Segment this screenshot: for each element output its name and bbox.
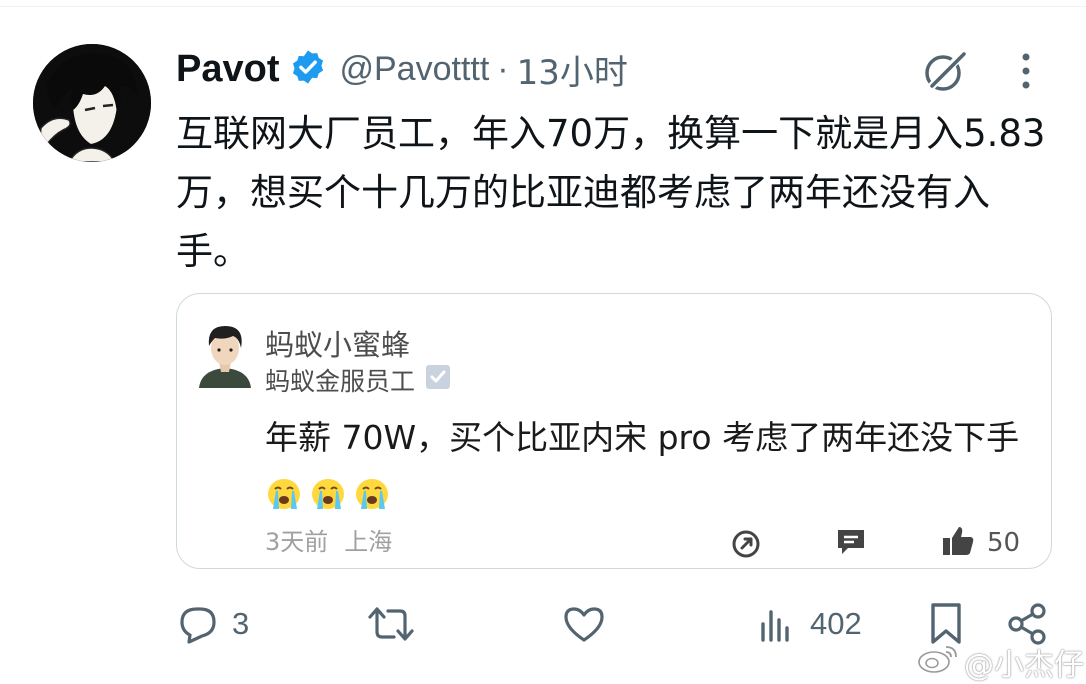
views-icon <box>758 604 798 644</box>
quote-author-name[interactable]: 蚂蚁小蜜蜂 <box>265 322 410 364</box>
weibo-logo-icon <box>916 641 964 683</box>
quote-verified-icon <box>415 364 451 396</box>
crying-emoji-icon <box>309 474 353 513</box>
grok-icon[interactable] <box>920 46 970 96</box>
post-time[interactable]: 13小时 <box>517 45 628 94</box>
reply-icon <box>176 604 220 644</box>
views-button[interactable]: 402 <box>758 604 862 644</box>
reply-count: 3 <box>232 606 250 641</box>
retweet-button[interactable] <box>366 604 428 644</box>
quote-location: 上海 <box>344 528 393 556</box>
quote-text-body: 年薪 70W，买个比亚内宋 pro 考虑了两年还没下手 <box>265 418 1020 457</box>
more-vertical-icon[interactable] <box>1014 50 1038 92</box>
quoted-post[interactable]: 蚂蚁小蜜蜂 蚂蚁金服员工 年薪 70W，买个比亚内宋 pro 考虑了两年还没下手… <box>176 293 1052 569</box>
quote-footer: 3天前 上海 <box>265 522 392 557</box>
verified-badge-icon <box>279 48 339 90</box>
quote-share-icon[interactable] <box>731 529 761 559</box>
quote-text: 年薪 70W，买个比亚内宋 pro 考虑了两年还没下手 <box>265 410 1025 522</box>
tweet-text: 互联网大厂员工，年入70万，换算一下就是月入5.83万，想买个十几万的比亚迪都考… <box>176 112 1046 273</box>
quote-time-ago: 3天前 <box>265 528 329 556</box>
views-count: 402 <box>810 606 862 641</box>
reply-button[interactable]: 3 <box>176 604 249 644</box>
quote-author-meta: 蚂蚁金服员工 <box>265 362 451 398</box>
crying-emoji-icon <box>265 474 309 513</box>
author-avatar[interactable] <box>33 44 151 162</box>
watermark-text: @小杰仔 <box>964 648 1084 683</box>
tweet: Pavot @Pavotttt · 13小时 互联网大厂员工，年入70万，换算一… <box>0 0 1086 684</box>
quote-like-count: 50 <box>987 528 1021 558</box>
quote-thumbs-up-icon[interactable] <box>941 525 975 557</box>
quote-author-title: 蚂蚁金服员工 <box>265 367 416 396</box>
crying-emoji-icon <box>353 474 397 513</box>
quote-comment-icon[interactable] <box>835 527 867 557</box>
heart-icon <box>562 604 606 644</box>
author-name[interactable]: Pavot <box>176 48 279 91</box>
header-separator: · <box>497 49 509 88</box>
quote-avatar[interactable] <box>193 316 257 388</box>
author-handle[interactable]: @Pavotttt <box>339 50 489 89</box>
tweet-header: Pavot @Pavotttt · 13小时 <box>176 44 628 94</box>
retweet-icon <box>366 604 416 644</box>
watermark: @小杰仔 <box>916 640 1084 684</box>
like-button[interactable] <box>562 604 618 644</box>
